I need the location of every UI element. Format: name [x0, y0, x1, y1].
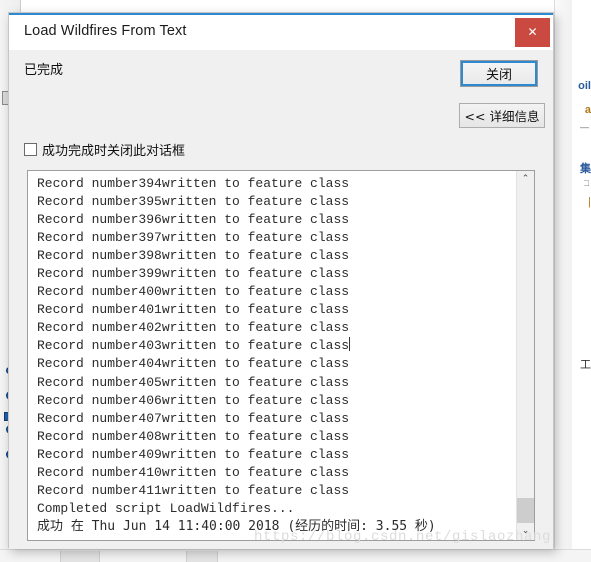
dialog-title-bar[interactable]: Load Wildfires From Text ✕: [9, 15, 553, 50]
log-line: Record number395written to feature class: [37, 194, 350, 210]
scroll-down-icon[interactable]: ⌄: [517, 523, 534, 540]
close-on-success-label: 成功完成时关闭此对话框: [42, 144, 186, 159]
details-toggle-button[interactable]: << 详细信息: [459, 103, 545, 128]
log-line: Record number409written to feature class: [37, 446, 350, 462]
scrollbar-thumb[interactable]: [517, 498, 534, 523]
log-line: Record number405written to feature class: [37, 374, 350, 390]
log-line: Record number394written to feature class: [37, 176, 350, 191]
log-line: Record number397written to feature class: [37, 230, 350, 246]
close-on-success-checkbox-row[interactable]: 成功完成时关闭此对话框: [24, 140, 185, 159]
close-button[interactable]: 关闭: [460, 60, 538, 87]
log-line: Record number404written to feature class: [37, 356, 350, 372]
close-on-success-checkbox[interactable]: [24, 143, 37, 156]
log-line: Record number408written to feature class: [37, 428, 350, 444]
log-line: Record number406written to feature class: [37, 392, 350, 408]
background-text-fragment: 集: [580, 163, 591, 175]
log-line: 成功 在 Thu Jun 14 11:40:00 2018 (经历的时间: 3.…: [37, 518, 436, 534]
dialog-title: Load Wildfires From Text: [24, 23, 187, 39]
log-line: Record number398written to feature class: [37, 248, 350, 264]
log-line: Record number396written to feature class: [37, 212, 350, 228]
status-label: 已完成: [24, 63, 64, 78]
log-text-area[interactable]: Record number394written to feature class…: [28, 171, 516, 540]
log-output-panel: Record number394written to feature class…: [27, 170, 535, 541]
background-text-fragment: oil: [578, 80, 591, 92]
log-line: Record number400written to feature class: [37, 284, 350, 300]
load-wildfires-dialog: Load Wildfires From Text ✕ 已完成 关闭 << 详细信…: [8, 12, 554, 549]
background-bottom-tab[interactable]: [60, 551, 100, 562]
log-line: Record number403written to feature class: [37, 337, 351, 354]
log-line: Record number401written to feature class: [37, 302, 350, 318]
log-scrollbar[interactable]: ⌃ ⌄: [516, 171, 534, 540]
dialog-body: 已完成 关闭 << 详细信息 成功完成时关闭此对话框 Record number…: [9, 50, 553, 549]
log-line: Record number411written to feature class: [37, 482, 350, 498]
background-text-fragment: a: [584, 104, 591, 116]
log-line: Record number407written to feature class: [37, 410, 350, 426]
background-bottom-strip: [0, 549, 591, 562]
background-bottom-tab[interactable]: [186, 551, 218, 562]
background-text-fragment: —: [580, 122, 589, 132]
text-caret: [349, 337, 351, 352]
scroll-up-icon[interactable]: ⌃: [517, 171, 534, 188]
log-line: Record number399written to feature class: [37, 266, 350, 282]
close-icon[interactable]: ✕: [515, 18, 550, 47]
log-line: Completed script LoadWildfires...: [37, 500, 295, 516]
background-text-fragment: □: [583, 178, 589, 188]
background-right-strip: [554, 0, 572, 562]
log-line: Record number410written to feature class: [37, 464, 350, 480]
log-line: Record number402written to feature class: [37, 320, 350, 336]
background-text-fragment: 工: [580, 359, 591, 371]
background-right-panel: oil a — 集 □ 工 |: [554, 0, 591, 562]
